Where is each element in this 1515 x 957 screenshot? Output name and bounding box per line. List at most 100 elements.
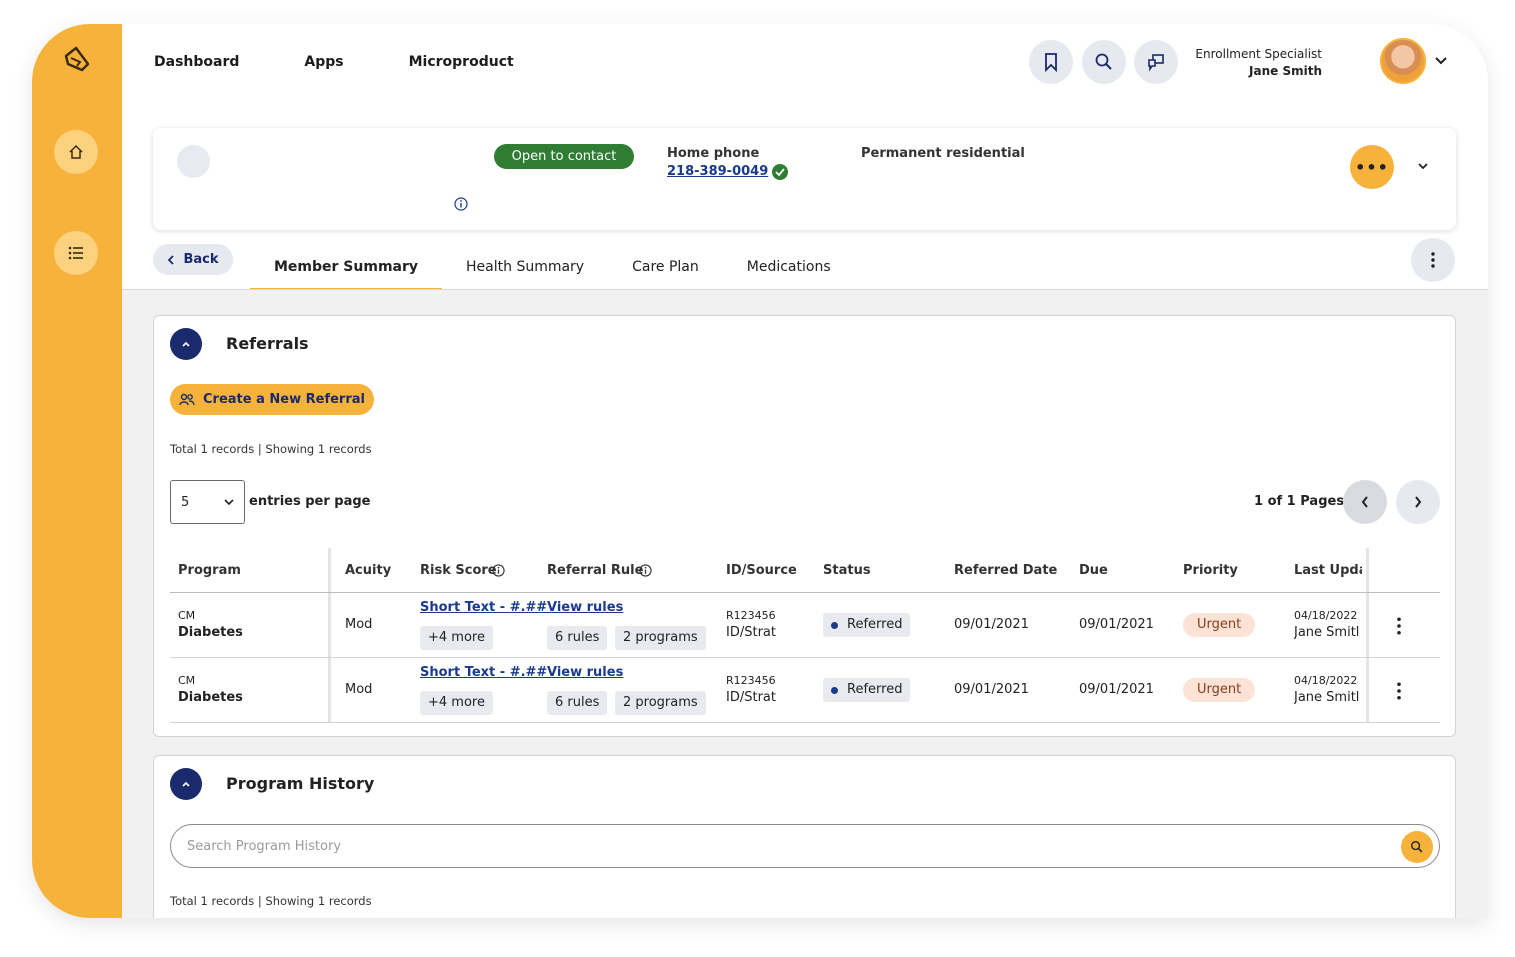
col-program[interactable]: Program (178, 563, 241, 578)
chevron-down-icon[interactable] (1417, 160, 1429, 172)
home-icon (69, 144, 83, 159)
acuity: Mod (345, 682, 373, 697)
row-actions-icon[interactable] (1391, 682, 1407, 700)
referral-id: R123456 (726, 674, 776, 687)
tab-bar: Member Summary Health Summary Care Plan … (250, 246, 855, 290)
referrals-collapse-button[interactable] (170, 328, 202, 360)
info-icon[interactable] (639, 564, 652, 577)
acuity: Mod (345, 617, 373, 632)
nav-dashboard[interactable]: Dashboard (154, 54, 239, 70)
create-referral-button[interactable]: Create a New Referral (170, 384, 374, 415)
programs-count-chip: 2 programs (615, 626, 706, 650)
page-indicator: 1 of 1 Pages (1254, 494, 1345, 509)
member-more-button[interactable]: ••• (1350, 145, 1394, 189)
col-last-updated[interactable]: Last Upda (1294, 563, 1362, 578)
list-icon (68, 246, 83, 260)
col-id-source[interactable]: ID/Source (726, 563, 797, 578)
info-icon[interactable] (492, 564, 505, 577)
program-code: CM (178, 674, 196, 687)
col-referral-rule[interactable]: Referral Rule (547, 563, 643, 578)
priority-badge: Urgent (1183, 613, 1256, 637)
program-history-collapse-button[interactable] (170, 768, 202, 800)
kebab-icon (1431, 252, 1435, 268)
nav-apps[interactable]: Apps (304, 54, 343, 70)
chevron-left-icon (1361, 496, 1368, 508)
info-icon[interactable] (454, 197, 468, 211)
bookmark-button[interactable] (1029, 40, 1073, 84)
prev-page-button[interactable] (1343, 480, 1387, 524)
tab-medications[interactable]: Medications (723, 246, 855, 290)
users-icon (179, 393, 195, 405)
referred-date: 09/01/2021 (954, 682, 1029, 697)
table-row: CM Diabetes Mod Short Text - #.## +4 mor… (170, 593, 1440, 658)
chat-button[interactable] (1134, 40, 1178, 84)
program-history-panel: Program History Search Program History T… (153, 755, 1456, 918)
nav-microproduct[interactable]: Microproduct (409, 54, 514, 70)
entries-per-page-value: 5 (181, 494, 190, 510)
tab-member-summary[interactable]: Member Summary (250, 246, 443, 290)
entries-per-page-label: entries per page (249, 494, 371, 509)
create-referral-label: Create a New Referral (203, 392, 365, 407)
col-due[interactable]: Due (1079, 563, 1108, 578)
col-risk-score[interactable]: Risk Score (420, 563, 497, 578)
risk-score-link[interactable]: Short Text - #.## (420, 600, 547, 615)
risk-score-link[interactable]: Short Text - #.## (420, 665, 547, 680)
entries-per-page-select[interactable]: 5 (170, 480, 245, 524)
last-update-by: Jane Smitl (1294, 625, 1360, 640)
sidebar-list-button[interactable] (54, 231, 98, 275)
priority-badge: Urgent (1183, 678, 1256, 702)
due-date: 09/01/2021 (1079, 617, 1154, 632)
tabs-more-button[interactable] (1411, 238, 1455, 282)
program-history-search-input[interactable]: Search Program History (170, 824, 1440, 868)
programs-count-chip: 2 programs (615, 691, 706, 715)
sidebar-home-button[interactable] (54, 130, 98, 174)
search-button[interactable] (1082, 40, 1126, 84)
risk-more-chip[interactable]: +4 more (420, 626, 493, 650)
view-rules-link[interactable]: View rules (547, 665, 623, 680)
workspace: Referrals Create a New Referral Total 1 … (122, 290, 1488, 918)
phone-link[interactable]: 218-389-0049 (667, 164, 768, 179)
referral-source: ID/Strat (726, 690, 776, 705)
referral-source: ID/Strat (726, 625, 776, 640)
row-actions-icon[interactable] (1391, 617, 1407, 635)
last-update-by: Jane Smitl (1294, 690, 1360, 705)
next-page-button[interactable] (1396, 480, 1440, 524)
top-nav: Dashboard Apps Microproduct (154, 54, 579, 70)
app-window: Dashboard Apps Microproduct Enrollment S… (32, 24, 1488, 918)
referrals-table: Program Acuity Risk Score Referral Rule … (170, 548, 1440, 723)
search-placeholder: Search Program History (187, 838, 342, 854)
tab-care-plan[interactable]: Care Plan (608, 246, 723, 290)
member-avatar (177, 145, 210, 178)
user-role: Enrollment Specialist (1195, 47, 1322, 61)
program-name: Diabetes (178, 690, 243, 705)
search-icon (1411, 841, 1423, 853)
referrals-panel: Referrals Create a New Referral Total 1 … (153, 315, 1456, 737)
referral-id: R123456 (726, 609, 776, 622)
bookmark-icon (1045, 53, 1057, 72)
chevron-left-icon (168, 254, 175, 265)
col-referred-date[interactable]: Referred Date (954, 563, 1057, 578)
program-history-title: Program History (226, 774, 375, 793)
col-status[interactable]: Status (823, 563, 871, 578)
search-submit-button[interactable] (1401, 831, 1433, 863)
user-name: Jane Smith (1249, 64, 1322, 78)
verified-check-icon (772, 164, 788, 180)
records-info: Total 1 records | Showing 1 records (170, 894, 372, 908)
chevron-down-icon[interactable] (1434, 54, 1448, 68)
last-update-date: 04/18/2022 (1294, 609, 1358, 622)
back-button[interactable]: Back (153, 244, 233, 275)
user-info: Enrollment Specialist Jane Smith (1195, 46, 1322, 80)
due-date: 09/01/2021 (1079, 682, 1154, 697)
program-name: Diabetes (178, 625, 243, 640)
chevron-up-icon (182, 341, 190, 347)
status-badge: Referred (823, 678, 911, 702)
risk-more-chip[interactable]: +4 more (420, 691, 493, 715)
col-acuity[interactable]: Acuity (345, 563, 391, 578)
logo-icon (64, 46, 90, 72)
tab-health-summary[interactable]: Health Summary (442, 246, 608, 290)
avatar[interactable] (1380, 38, 1426, 84)
member-card: Open to contact Home phone 218-389-0049 … (153, 128, 1456, 230)
contact-status-badge: Open to contact (494, 144, 634, 169)
col-priority[interactable]: Priority (1183, 563, 1238, 578)
view-rules-link[interactable]: View rules (547, 600, 623, 615)
